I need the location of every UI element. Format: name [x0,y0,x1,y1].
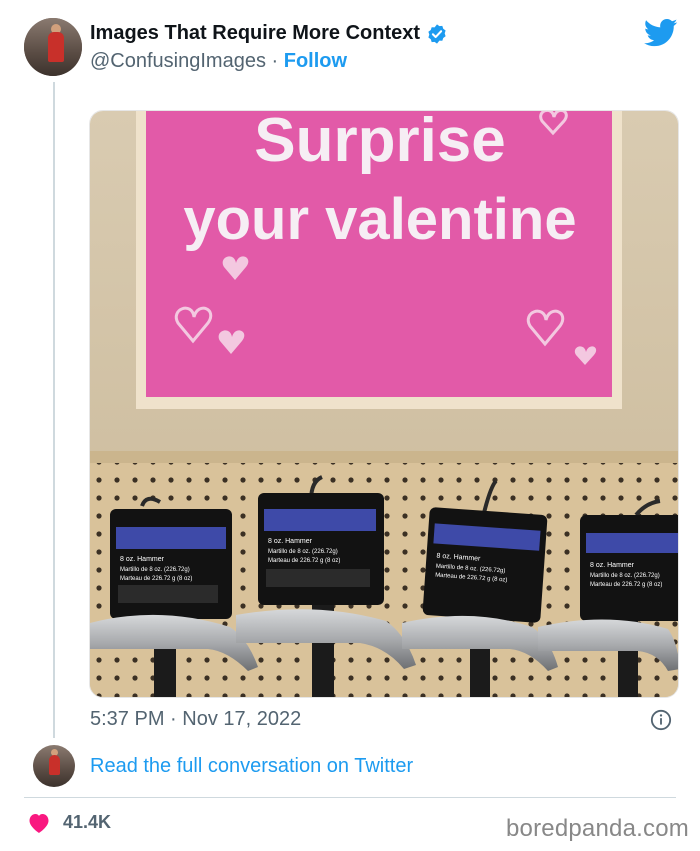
separator: · [271,50,279,72]
svg-text:8 oz. Hammer: 8 oz. Hammer [590,562,635,569]
tweet-timestamp[interactable]: 5:37 PM · Nov 17, 2022 [90,708,301,731]
svg-text:8 oz. Hammer: 8 oz. Hammer [268,538,313,545]
watermark: boredpanda.com [506,815,689,842]
avatar[interactable] [24,18,82,76]
twitter-bird-icon[interactable] [644,18,678,48]
svg-text:Martillo de 8 oz. (226.72g): Martillo de 8 oz. (226.72g) [268,549,338,555]
svg-text:8 oz. Hammer: 8 oz. Hammer [120,556,165,563]
svg-text:Martillo de 8 oz. (226.72g): Martillo de 8 oz. (226.72g) [120,567,190,573]
thread-line [53,82,55,738]
sign-line-2: your valentine [183,187,576,252]
info-icon[interactable] [650,709,672,731]
verified-badge-icon [428,23,446,44]
reply-avatar[interactable] [33,745,75,787]
handle-row: @ConfusingImages · Follow [90,50,347,73]
tweet-card: Images That Require More Context @Confus… [0,0,700,851]
divider [24,797,676,798]
svg-text:Marteau de 226.72 g (8 oz): Marteau de 226.72 g (8 oz) [268,558,340,564]
tweet-photo[interactable]: Surprise your valentine 8 oz. Hammer Mar… [89,110,679,698]
author-name-row: Images That Require More Context [90,22,448,45]
svg-text:Marteau de 226.72 g (8 oz): Marteau de 226.72 g (8 oz) [120,576,192,582]
svg-text:Martillo de 8 oz. (226.72g): Martillo de 8 oz. (226.72g) [590,573,660,579]
like-count: 41.4K [63,812,112,832]
svg-text:Marteau de 226.72 g (8 oz): Marteau de 226.72 g (8 oz) [590,582,662,588]
display-name[interactable]: Images That Require More Context [90,22,420,45]
sign-line-1: Surprise [254,111,506,175]
read-conversation-link[interactable]: Read the full conversation on Twitter [90,755,413,778]
handle[interactable]: @ConfusingImages [90,50,266,72]
follow-button[interactable]: Follow [284,50,347,72]
photo-scene: Surprise your valentine 8 oz. Hammer Mar… [90,111,678,697]
heart-icon[interactable] [27,812,51,834]
